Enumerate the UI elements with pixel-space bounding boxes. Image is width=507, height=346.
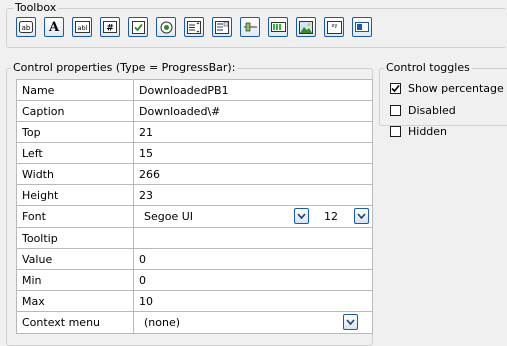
context-menu-cell: (none) [133, 311, 373, 334]
property-row-tooltip: Tooltip [16, 227, 373, 249]
top-value-field[interactable]: 21 [133, 121, 373, 143]
property-row-value: Value 0 [16, 248, 373, 270]
numeric-tool-glyph: # [106, 24, 114, 34]
width-value-field[interactable]: 266 [133, 163, 373, 185]
property-label: Caption [16, 100, 134, 122]
picture-tool-button[interactable] [296, 17, 316, 37]
combo-tool-button[interactable] [212, 17, 232, 37]
property-label: Width [16, 163, 134, 185]
toolbox-title: Toolbox [13, 1, 59, 14]
textbox-tool-glyph: abl [77, 24, 87, 32]
disabled-checkbox[interactable]: Disabled [390, 104, 456, 117]
checkbox-checked-icon[interactable] [390, 83, 401, 94]
property-label: Context menu [16, 311, 134, 334]
property-label: Min [16, 269, 134, 291]
checkbox-label: Hidden [408, 125, 448, 138]
list-tool-icon [187, 20, 201, 34]
control-toggles-panel: Control toggles Show percentage Disabled… [379, 61, 507, 138]
min-value-field[interactable]: 0 [133, 269, 373, 291]
properties-grid: Name DownloadedPB1 Caption Downloaded\# … [16, 79, 373, 334]
control-toggles-title: Control toggles [384, 61, 472, 74]
value-value-field[interactable]: 0 [133, 248, 373, 270]
caption-value-field[interactable]: Downloaded\# [133, 100, 373, 122]
context-menu-dropdown[interactable]: (none) [135, 313, 372, 333]
label-tool-button[interactable]: A [44, 17, 64, 37]
property-row-name: Name DownloadedPB1 [16, 79, 373, 101]
font-value-cell: Segoe UI 12 [133, 205, 373, 228]
name-value-field[interactable]: DownloadedPB1 [133, 79, 373, 101]
chevron-down-icon[interactable] [294, 208, 309, 224]
numeric-tool-icon: # [103, 21, 117, 33]
checkbox-unchecked-icon[interactable] [390, 105, 401, 116]
progressbar-tool-icon [270, 22, 286, 32]
radio-tool-button[interactable] [156, 17, 176, 37]
picture-tool-icon [299, 20, 313, 34]
property-label: Name [16, 79, 134, 101]
toolbox-panel: Toolbox ab A abl # xy [6, 1, 505, 48]
property-row-font: Font Segoe UI 12 [16, 205, 373, 228]
property-label: Font [16, 205, 134, 228]
font-name-dropdown[interactable]: Segoe UI [135, 207, 313, 227]
button-tool-glyph: ab [22, 24, 31, 32]
toggle-tool-icon [355, 22, 369, 32]
checkbox-tool-icon [131, 20, 145, 34]
property-label: Value [16, 248, 134, 270]
chevron-down-icon[interactable] [354, 208, 369, 224]
font-size-value: 12 [324, 210, 338, 223]
slider-tool-button[interactable] [240, 17, 260, 37]
property-label: Max [16, 290, 134, 312]
font-name-value: Segoe UI [144, 210, 194, 223]
graph-tool-icon: xy [326, 20, 342, 34]
checkbox-label: Show percentage [408, 82, 504, 95]
context-menu-value: (none) [144, 316, 181, 329]
property-row-context-menu: Context menu (none) [16, 311, 373, 334]
property-row-height: Height 23 [16, 184, 373, 206]
property-label: Height [16, 184, 134, 206]
show-percentage-checkbox[interactable]: Show percentage [390, 82, 504, 95]
property-row-min: Min 0 [16, 269, 373, 291]
height-value-field[interactable]: 23 [133, 184, 373, 206]
property-label: Left [16, 142, 134, 164]
control-properties-title: Control properties (Type = ProgressBar): [11, 61, 238, 74]
combo-tool-icon [215, 20, 229, 34]
textbox-tool-button[interactable]: abl [72, 17, 92, 37]
list-tool-button[interactable] [184, 17, 204, 37]
property-label: Top [16, 121, 134, 143]
progressbar-tool-button[interactable] [268, 17, 288, 37]
left-value-field[interactable]: 15 [133, 142, 373, 164]
label-tool-icon: A [48, 19, 60, 35]
font-size-dropdown[interactable]: 12 [314, 207, 372, 227]
property-row-max: Max 10 [16, 290, 373, 312]
radio-tool-icon [160, 21, 173, 34]
control-properties-panel: Control properties (Type = ProgressBar):… [6, 61, 373, 346]
graph-tool-button[interactable]: xy [324, 17, 344, 37]
button-tool-icon: ab [19, 21, 33, 33]
hidden-checkbox[interactable]: Hidden [390, 125, 447, 138]
property-row-left: Left 15 [16, 142, 373, 164]
numeric-tool-button[interactable]: # [100, 17, 120, 37]
button-tool-button[interactable]: ab [16, 17, 36, 37]
property-row-caption: Caption Downloaded\# [16, 100, 373, 122]
slider-tool-icon [243, 21, 258, 33]
max-value-field[interactable]: 10 [133, 290, 373, 312]
graph-tool-glyph: xy [331, 23, 337, 29]
property-row-width: Width 266 [16, 163, 373, 185]
property-row-top: Top 21 [16, 121, 373, 143]
chevron-down-icon[interactable] [343, 314, 358, 330]
checkbox-label: Disabled [408, 104, 456, 117]
checkbox-tool-button[interactable] [128, 17, 148, 37]
property-label: Tooltip [16, 227, 134, 249]
checkbox-unchecked-icon[interactable] [390, 126, 401, 137]
textbox-tool-icon: abl [74, 21, 90, 33]
tooltip-value-field[interactable] [133, 227, 373, 249]
toggle-tool-button[interactable] [352, 17, 372, 37]
